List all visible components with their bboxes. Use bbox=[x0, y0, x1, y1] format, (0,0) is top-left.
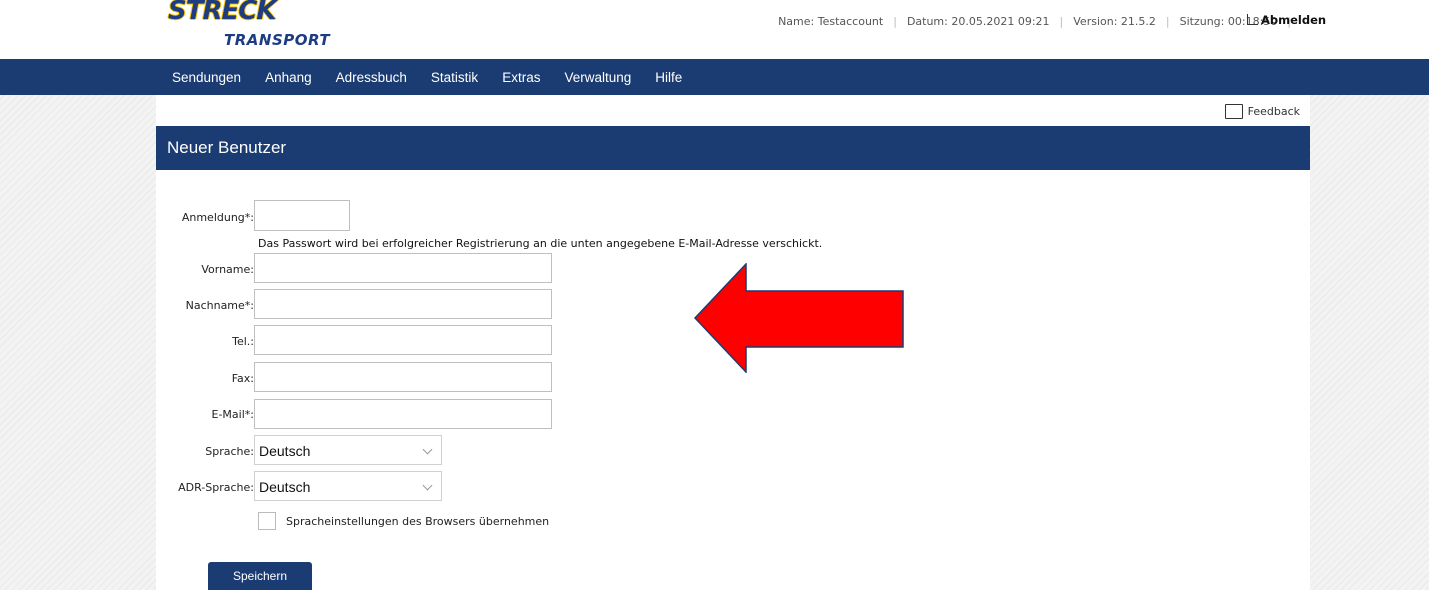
nav-item-verwaltung[interactable]: Verwaltung bbox=[564, 70, 631, 85]
nav-item-hilfe[interactable]: Hilfe bbox=[655, 70, 682, 85]
login-label: Anmeldung*: bbox=[181, 211, 254, 224]
lastname-input[interactable] bbox=[254, 289, 552, 319]
page-title: Neuer Benutzer bbox=[167, 138, 287, 157]
language-value: Deutsch bbox=[259, 443, 311, 459]
nav-item-sendungen[interactable]: Sendungen bbox=[172, 70, 241, 85]
status-name: Name: Testaccount bbox=[778, 15, 884, 28]
phone-label: Tel.: bbox=[232, 335, 254, 348]
save-button[interactable]: Speichern bbox=[208, 562, 312, 590]
top-bar: STRECK TRANSPORT Name: Testaccount | Datum… bbox=[0, 0, 1429, 59]
fax-input[interactable] bbox=[254, 362, 552, 392]
logout-label: Abmelden bbox=[1261, 13, 1327, 27]
fax-label: Fax: bbox=[231, 372, 254, 385]
adr-language-value: Deutsch bbox=[259, 479, 311, 495]
nav-item-extras[interactable]: Extras bbox=[502, 70, 540, 85]
nav-item-statistik[interactable]: Statistik bbox=[431, 70, 478, 85]
status-line: Name: Testaccount | Datum: 20.05.2021 09:2… bbox=[778, 15, 1291, 28]
status-date: Datum: 20.05.2021 09:21 bbox=[906, 15, 1050, 28]
status-version: Version: 21.5.2 bbox=[1073, 15, 1156, 28]
logo-line1: STRECK bbox=[168, 0, 276, 26]
browser-language-label: Spracheinstellungen des Browsers überneh… bbox=[286, 515, 550, 528]
firstname-input[interactable] bbox=[254, 253, 552, 283]
logo-line2: TRANSPORT bbox=[224, 31, 331, 49]
adr-language-label: ADR-Sprache: bbox=[178, 481, 254, 494]
browser-language-checkbox[interactable] bbox=[258, 512, 276, 530]
nav-item-adressbuch[interactable]: Adressbuch bbox=[336, 70, 407, 85]
phone-input[interactable] bbox=[254, 325, 552, 355]
left-arrow-icon bbox=[694, 263, 904, 373]
email-input[interactable] bbox=[254, 399, 552, 429]
page-title-bar: Neuer Benutzer bbox=[156, 126, 1310, 170]
chevron-down-icon bbox=[422, 480, 433, 491]
language-label: Sprache: bbox=[205, 445, 254, 458]
firstname-label: Vorname: bbox=[201, 263, 254, 276]
logo[interactable]: STRECK TRANSPORT bbox=[166, 0, 346, 54]
email-label: E-Mail*: bbox=[211, 408, 254, 421]
adr-language-select[interactable]: Deutsch bbox=[254, 471, 442, 501]
login-input[interactable] bbox=[254, 200, 350, 231]
logout-link[interactable]: Abmelden bbox=[1247, 13, 1326, 27]
feedback-label: Feedback bbox=[1247, 105, 1300, 118]
password-hint: Das Passwort wird bei erfolgreicher Regi… bbox=[258, 237, 823, 250]
feedback-link[interactable]: Feedback bbox=[1224, 104, 1300, 119]
logout-icon bbox=[1247, 14, 1258, 25]
chevron-down-icon bbox=[422, 444, 433, 455]
lastname-label: Nachname*: bbox=[185, 299, 254, 312]
nav-item-anhang[interactable]: Anhang bbox=[265, 70, 312, 85]
language-select[interactable]: Deutsch bbox=[254, 435, 442, 465]
speech-bubble-icon bbox=[1224, 104, 1243, 119]
main-nav: Sendungen Anhang Adressbuch Statistik Ex… bbox=[0, 59, 1429, 95]
